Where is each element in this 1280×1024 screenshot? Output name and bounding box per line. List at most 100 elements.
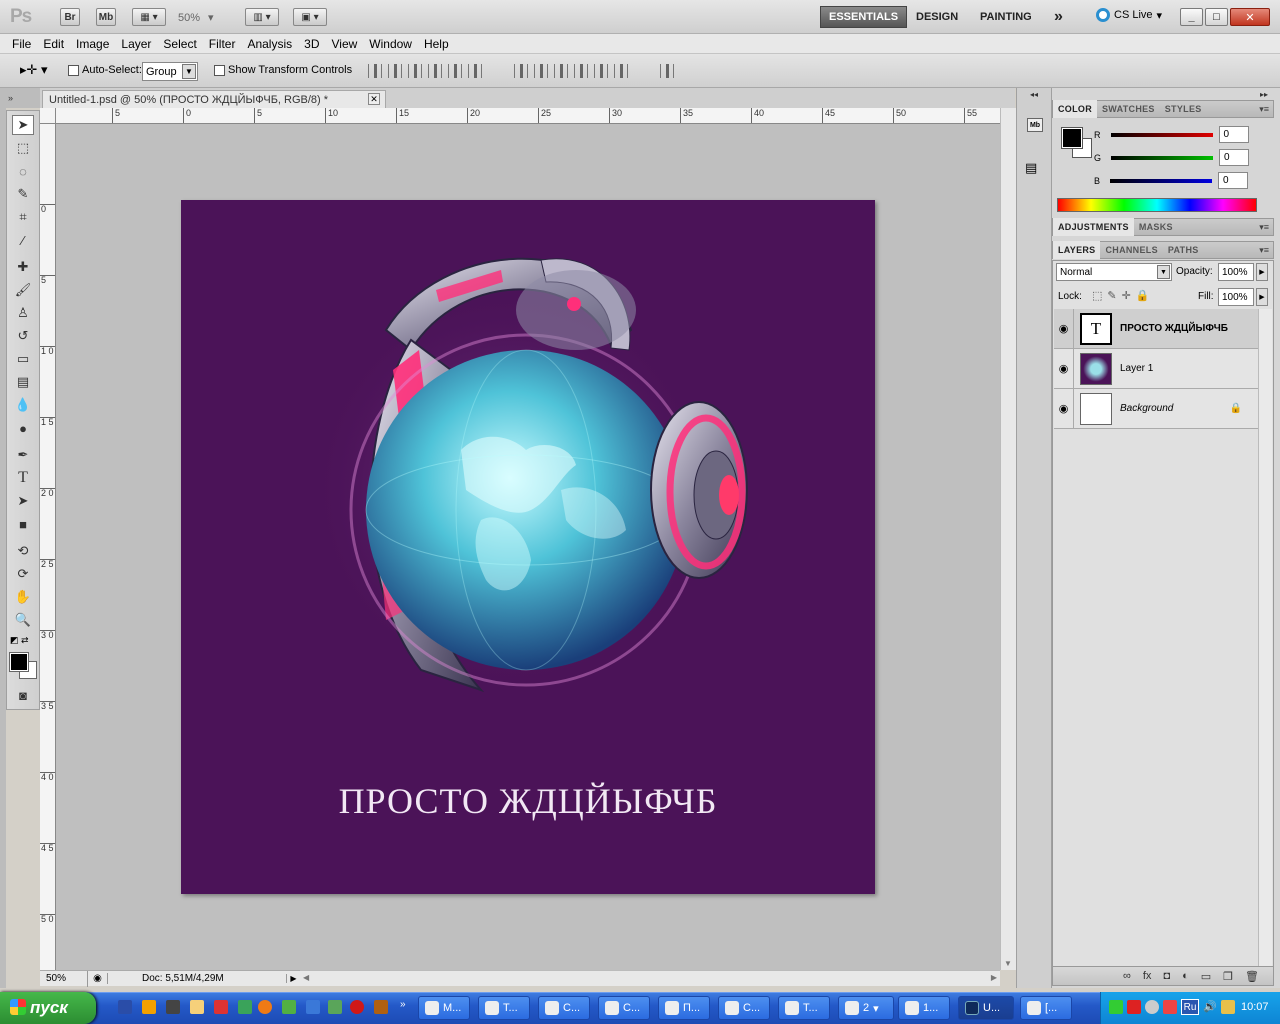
link-layers-icon[interactable]: ∞ xyxy=(1123,970,1131,982)
distribute-bottom-icon[interactable] xyxy=(554,64,568,78)
clone-stamp-tool[interactable]: ♙ xyxy=(12,303,34,323)
quick-launch-icon[interactable] xyxy=(258,1000,272,1014)
red-slider[interactable] xyxy=(1110,132,1213,137)
cs-live-button[interactable]: CS Live ▾ xyxy=(1096,8,1162,22)
blue-value-input[interactable]: 0 xyxy=(1218,172,1249,189)
workspace-painting[interactable]: PAINTING xyxy=(972,6,1040,28)
distribute-top-icon[interactable] xyxy=(514,64,528,78)
red-value-input[interactable]: 0 xyxy=(1218,126,1249,143)
ruler-origin[interactable] xyxy=(40,108,56,124)
screen-mode-button[interactable]: ▣ ▾ xyxy=(293,8,327,26)
new-layer-icon[interactable]: ❐ xyxy=(1223,970,1233,983)
adjustment-layer-icon[interactable]: ◐ xyxy=(1182,970,1189,982)
quick-launch-icon[interactable] xyxy=(214,1000,228,1014)
quick-launch-icon[interactable] xyxy=(306,1000,320,1014)
show-transform-controls-checkbox[interactable]: Show Transform Controls xyxy=(214,64,352,76)
document-tab[interactable]: Untitled-1.psd @ 50% (ПРОСТО ЖДЦЙЫФЧБ, R… xyxy=(42,90,386,108)
dodge-tool[interactable]: ● xyxy=(12,418,34,438)
close-document-icon[interactable]: ✕ xyxy=(368,93,380,105)
eye-icon[interactable]: ◉ xyxy=(1054,388,1074,429)
taskbar-button[interactable]: C... xyxy=(718,996,770,1020)
panel-menu-icon[interactable]: ▾≡ xyxy=(1259,104,1269,115)
distribute-vcenter-icon[interactable] xyxy=(534,64,548,78)
status-zoom-field[interactable]: 50% xyxy=(40,970,88,987)
tray-app-icon[interactable] xyxy=(1145,1000,1159,1014)
move-tool[interactable]: ➤ xyxy=(12,115,34,135)
taskbar-button[interactable]: C... xyxy=(598,996,650,1020)
healing-brush-tool[interactable]: ✚ xyxy=(12,257,34,277)
tab-color[interactable]: COLOR xyxy=(1053,100,1097,118)
tab-swatches[interactable]: SWATCHES xyxy=(1097,100,1160,118)
fill-input[interactable]: 100% xyxy=(1218,288,1254,306)
zoom-tool[interactable]: 🔍 xyxy=(12,610,34,630)
taskbar-button[interactable]: [... xyxy=(1020,996,1072,1020)
layer-style-icon[interactable]: fx xyxy=(1143,970,1152,982)
menu-edit[interactable]: Edit xyxy=(37,37,70,51)
scroll-down-arrow-icon[interactable]: ▼ xyxy=(1004,959,1012,968)
blue-slider[interactable] xyxy=(1110,178,1213,183)
align-vcenter-icon[interactable] xyxy=(388,64,402,78)
blend-mode-select[interactable]: Normal ▼ xyxy=(1056,263,1172,281)
lasso-tool[interactable]: ◌ xyxy=(12,161,34,181)
tray-app-icon[interactable] xyxy=(1163,1000,1177,1014)
quick-launch-icon[interactable] xyxy=(142,1000,156,1014)
menu-select[interactable]: Select xyxy=(157,37,202,51)
taskbar-button-photoshop[interactable]: U... xyxy=(958,996,1014,1020)
menu-filter[interactable]: Filter xyxy=(203,37,242,51)
vertical-ruler[interactable]: 0 5 1 0 1 5 2 0 2 5 3 0 3 5 4 0 4 5 5 0 xyxy=(40,124,56,970)
tab-adjustments[interactable]: ADJUSTMENTS xyxy=(1053,218,1134,236)
arrange-documents-button[interactable]: ▥ ▾ xyxy=(245,8,279,26)
taskbar-button[interactable]: C... xyxy=(538,996,590,1020)
quick-launch-icon[interactable] xyxy=(118,1000,132,1014)
bridge-button[interactable]: Br xyxy=(60,8,80,26)
antivirus-icon[interactable] xyxy=(1127,1000,1141,1014)
align-bottom-icon[interactable] xyxy=(408,64,422,78)
type-tool[interactable]: T xyxy=(12,468,34,488)
hand-tool[interactable]: ✋ xyxy=(12,587,34,607)
layer-row-background[interactable]: ◉ Background 🔒 xyxy=(1054,388,1258,429)
menu-window[interactable]: Window xyxy=(363,37,418,51)
tray-app-icon[interactable] xyxy=(1221,1000,1235,1014)
mini-bridge-panel-icon[interactable]: Mb xyxy=(1027,118,1043,132)
history-panel-icon[interactable]: ▤ xyxy=(1025,160,1037,176)
menu-view[interactable]: View xyxy=(325,37,363,51)
canvas-area[interactable]: ПРОСТО ЖДЦЙЫФЧБ xyxy=(56,124,1000,970)
panel-menu-icon[interactable]: ▾≡ xyxy=(1259,222,1269,233)
auto-select-target-select[interactable]: Group ▼ xyxy=(142,62,198,81)
3d-rotate-tool[interactable]: ⟲ xyxy=(12,541,34,561)
tab-styles[interactable]: STYLES xyxy=(1160,100,1207,118)
toolbox-header[interactable]: » xyxy=(6,88,40,108)
layers-scrollbar[interactable] xyxy=(1258,309,1272,967)
auto-select-checkbox[interactable]: Auto-Select: xyxy=(68,64,142,76)
fill-slider-arrow-icon[interactable]: ▶ xyxy=(1256,288,1268,306)
3d-orbit-tool[interactable]: ⟳ xyxy=(12,564,34,584)
eyedropper-tool[interactable]: ⁄ xyxy=(12,230,34,250)
menu-3d[interactable]: 3D xyxy=(298,37,325,51)
zoom-level-combo[interactable]: 50% ▾ xyxy=(178,9,236,26)
brush-tool[interactable]: 🖌 xyxy=(12,280,34,300)
default-colors-button[interactable]: ◩ ⇄ xyxy=(10,635,29,646)
lock-all-icon[interactable]: 🔒 xyxy=(1136,290,1155,302)
new-group-icon[interactable]: ▭ xyxy=(1201,970,1211,983)
quick-mask-button[interactable]: ◙ xyxy=(12,685,34,705)
auto-align-layers-icon[interactable] xyxy=(660,64,674,78)
align-right-icon[interactable] xyxy=(468,64,482,78)
scroll-right-arrow-icon[interactable]: ▶ xyxy=(991,973,997,982)
quick-launch-icon[interactable] xyxy=(282,1000,296,1014)
eye-icon[interactable]: ◉ xyxy=(1054,348,1074,389)
clock[interactable]: 10:07 xyxy=(1241,1001,1269,1013)
horizontal-ruler[interactable]: 5 0 5 10 15 20 25 30 35 40 45 50 55 xyxy=(56,108,1000,124)
align-left-icon[interactable] xyxy=(428,64,442,78)
quick-launch-icon[interactable] xyxy=(350,1000,364,1014)
dock-collapse-icon[interactable]: ◂◂ xyxy=(1030,90,1038,99)
eye-icon[interactable]: ◉ xyxy=(1054,308,1074,349)
network-icon[interactable] xyxy=(1109,1000,1123,1014)
opacity-slider-arrow-icon[interactable]: ▶ xyxy=(1256,263,1268,281)
restore-button[interactable]: □ xyxy=(1205,8,1228,26)
opacity-input[interactable]: 100% xyxy=(1218,263,1254,281)
close-button[interactable]: ✕ xyxy=(1230,8,1270,26)
minimize-button[interactable]: _ xyxy=(1180,8,1203,26)
lock-position-icon[interactable]: ✛ xyxy=(1122,290,1136,302)
gradient-tool[interactable]: ▤ xyxy=(12,372,34,392)
status-info-icon[interactable]: ◉ xyxy=(88,973,108,984)
